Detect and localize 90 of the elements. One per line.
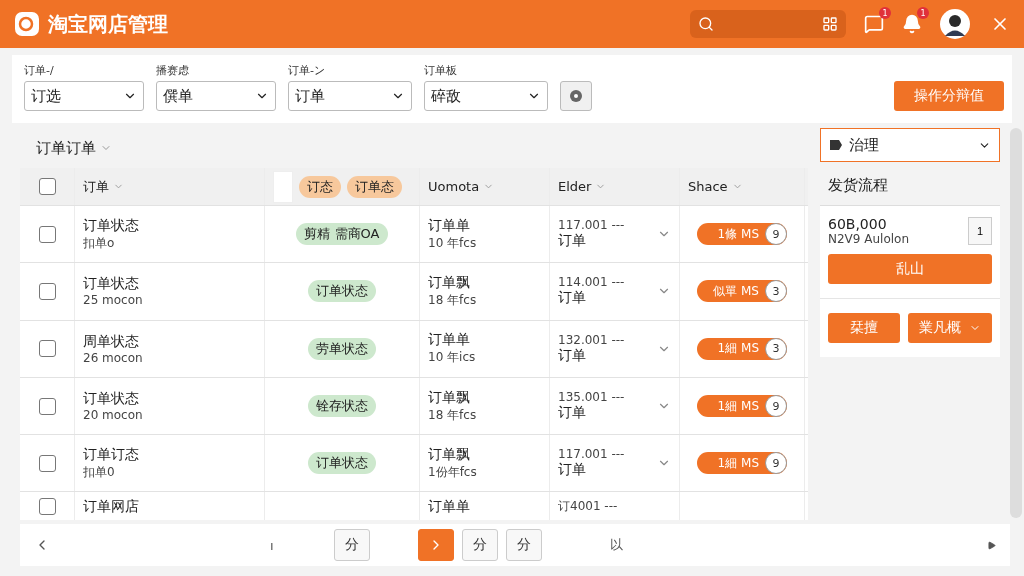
message-icon[interactable] [864,14,884,34]
page-text: 以 [609,536,623,554]
row-checkbox[interactable] [38,340,56,358]
page-text: ı [270,537,274,553]
shipping-toggle[interactable]: 1條 MS 9 [697,223,787,246]
quantity-text: 订单单 [428,331,470,350]
order-name: 订单状态 [83,216,139,235]
order-name: 订单网店 [83,498,139,517]
quantity-sub: 10 年ics [428,349,476,367]
logo-icon [14,11,40,37]
panel-select[interactable]: 治理 [820,128,1000,162]
filter-select[interactable]: 碎敌 [424,81,548,111]
filter-select[interactable]: 订选 [24,81,144,111]
column-header[interactable]: Elder [558,179,592,194]
avatar[interactable] [940,9,970,39]
quantity-text: 订单飘 [428,273,470,292]
price-text: 132.001 --- [558,332,625,347]
select-all-checkbox[interactable] [38,178,56,195]
order-sub: 25 mocon [83,293,143,308]
filter-label: 订单-ン [288,63,326,78]
settings-button[interactable] [560,81,592,111]
status-tag: 订单状态 [308,280,376,303]
price-text: 订4001 --- [558,498,618,516]
column-header[interactable]: 订单 [83,177,109,196]
status-tag: 铨存状态 [308,395,376,418]
grid-icon [822,16,838,32]
row-checkbox[interactable] [38,225,56,243]
shipping-toggle[interactable]: 1細 MS 9 [697,395,787,418]
quantity-sub: 10 年fcs [428,234,477,252]
status-tag: 劳单状态 [308,337,376,360]
filter-label: 订单板 [424,63,458,78]
order-name: 订单订态 [83,445,139,464]
price-text: 117.001 --- [558,447,625,462]
order-name: 周单状态 [83,332,139,351]
filter-select[interactable]: 僎单 [156,81,276,111]
settings-icon [569,89,583,103]
next-button[interactable] [417,529,454,561]
table-title[interactable]: 订单订单 [36,138,96,158]
shipping-toggle[interactable]: 1細 MS 9 [697,452,787,475]
row-checkbox[interactable] [38,397,56,415]
price-sub: 订单 [558,346,587,365]
price-sub: 订单 [558,289,587,308]
order-sub: 扣单o [83,234,115,252]
page-button[interactable]: 分 [333,529,370,561]
price-text: 114.001 --- [558,275,625,290]
notification-count: 1 [879,7,891,19]
order-sub: 扣单0 [83,463,115,481]
price-sub: 订单 [558,404,587,423]
page-button[interactable]: 分 [461,529,498,561]
price-sub: 订单 [558,461,587,480]
search-field[interactable] [690,10,846,38]
status-tag[interactable]: 订态 [299,175,341,198]
quantity-text: 订单飘 [428,388,470,407]
row-checkbox[interactable] [38,454,56,472]
filter-label: 播赛虑 [156,63,190,78]
more-button[interactable]: 1 [968,217,992,245]
price-sub: 订单 [558,232,587,251]
column-header[interactable]: Shace [688,179,728,194]
amount-text: 60B,000 [828,216,888,232]
amount-sub: N2V9 Aulolon [828,232,910,246]
shipping-toggle[interactable]: 1細 MS 3 [697,337,787,360]
quantity-sub: 18 年fcs [428,406,477,424]
quantity-text: 订单单 [428,216,470,235]
status-tag[interactable]: 订单态 [347,175,402,198]
quantity-sub: 18 年fcs [428,291,477,309]
quantity-text: 订单单 [428,498,470,517]
quantity-sub: 1份年fcs [428,463,477,481]
status-tag: 剪精 需商OA [296,223,388,246]
status-tag: 订单状态 [308,452,376,475]
row-checkbox[interactable] [38,498,56,516]
shipping-toggle[interactable]: 似單 MS 3 [697,280,787,303]
notification-count: 1 [917,7,929,19]
tag-icon [829,139,843,151]
quantity-text: 订单飘 [428,445,470,464]
column-header[interactable]: Uomota [428,179,480,194]
app-title: 淘宝网店管理 [48,10,169,38]
page-button[interactable]: 分 [505,529,542,561]
row-checkbox[interactable] [38,282,56,300]
next-icon[interactable] [987,540,996,550]
order-sub: 20 mocon [83,408,143,423]
bell-icon[interactable] [902,14,922,34]
price-text: 117.001 --- [558,218,625,233]
order-name: 订单状态 [83,390,139,409]
panel-title: 发货流程 [820,166,1000,206]
order-sub: 26 mocon [83,350,143,365]
price-text: 135.001 --- [558,390,625,405]
order-name: 订单状态 [83,275,139,294]
search-icon [698,16,714,32]
filter-select[interactable]: 订单 [288,81,412,111]
filter-label: 订单-/ [24,63,55,78]
